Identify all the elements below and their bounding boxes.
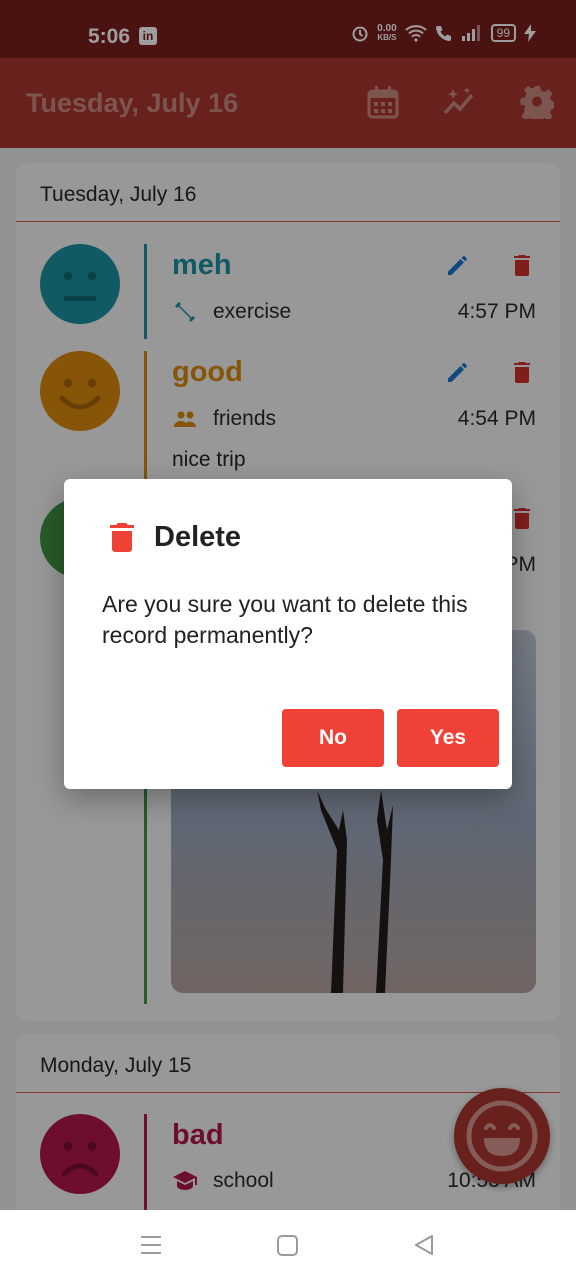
yes-button[interactable]: Yes [397,709,499,767]
delete-icon [110,523,134,552]
back-icon[interactable] [410,1232,438,1258]
dialog-message: Are you sure you want to delete this rec… [102,591,468,648]
home-icon[interactable] [274,1232,302,1258]
no-button[interactable]: No [282,709,384,767]
delete-dialog: Delete Are you sure you want to delete t… [64,479,512,789]
dialog-title: Delete [154,521,242,553]
menu-icon[interactable] [137,1232,165,1258]
system-nav-bar [0,1210,576,1280]
